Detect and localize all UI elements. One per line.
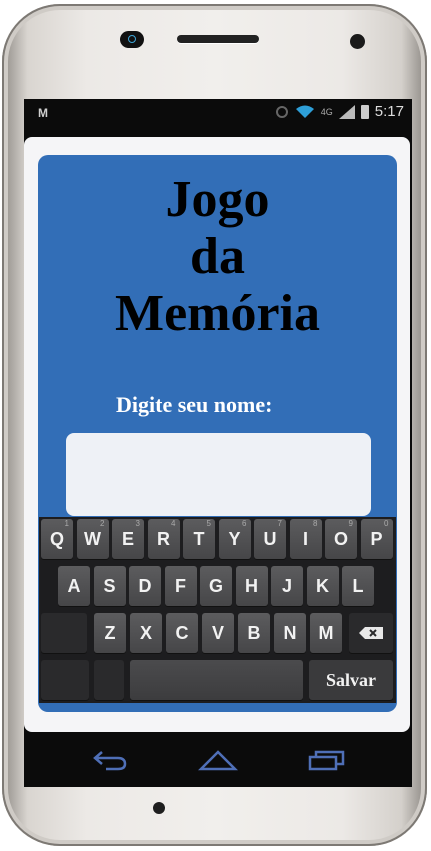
key-hint: 9 xyxy=(348,519,353,528)
home-icon[interactable] xyxy=(198,749,238,771)
memory-game-panel: Jogo da Memória Digite seu nome: 1Q2W3E4… xyxy=(38,155,397,712)
signal-icon xyxy=(338,104,355,119)
key-label: O xyxy=(333,528,348,549)
network-label: 4G xyxy=(320,106,333,117)
key-label: W xyxy=(84,528,101,549)
key-hint: 4 xyxy=(171,519,176,528)
key-hint: 2 xyxy=(100,519,105,528)
app-title: Jogo da Memória xyxy=(38,171,397,342)
settings-key[interactable] xyxy=(94,660,124,700)
carrier-logo: M xyxy=(38,106,48,120)
key-hint: 1 xyxy=(64,519,69,528)
key-hint: 6 xyxy=(242,519,247,528)
key-g[interactable]: G xyxy=(200,566,232,606)
front-camera-icon xyxy=(120,31,144,48)
space-key[interactable] xyxy=(130,660,303,700)
clock: 5:17 xyxy=(374,103,404,120)
navigation-bar xyxy=(24,735,412,787)
sensor-icon xyxy=(350,34,365,49)
key-label: T xyxy=(193,528,205,549)
key-label: Y xyxy=(228,528,241,549)
key-hint: 3 xyxy=(135,519,140,528)
soft-keyboard: 1Q2W3E4R5T6Y7U8I9O0P ASDFGHJKL ZXCVBNM S… xyxy=(39,517,396,703)
key-hint: 7 xyxy=(277,519,282,528)
key-label: I xyxy=(302,528,308,549)
name-prompt: Digite seu nome: xyxy=(116,392,273,417)
key-c[interactable]: C xyxy=(166,613,198,653)
key-label: E xyxy=(121,528,134,549)
backspace-key[interactable] xyxy=(349,613,393,653)
key-i[interactable]: 8I xyxy=(289,519,322,559)
key-l[interactable]: L xyxy=(342,566,374,606)
key-label: U xyxy=(263,528,277,549)
key-e[interactable]: 3E xyxy=(112,519,144,559)
title-line: da xyxy=(190,228,245,285)
key-k[interactable]: K xyxy=(306,566,339,606)
key-q[interactable]: 1Q xyxy=(41,519,73,559)
key-f[interactable]: F xyxy=(164,566,197,606)
shift-key[interactable] xyxy=(41,613,87,653)
key-m[interactable]: M xyxy=(310,613,342,653)
save-button[interactable]: Salvar xyxy=(309,660,393,700)
key-b[interactable]: B xyxy=(238,613,270,653)
key-hint: 0 xyxy=(384,519,389,528)
key-v[interactable]: V xyxy=(202,613,234,653)
device-screen: M 4G 5:17 Jogo da Memória Digite seu nom… xyxy=(24,99,412,787)
key-w[interactable]: 2W xyxy=(76,519,109,559)
key-u[interactable]: 7U xyxy=(254,519,286,559)
phone-frame: M 4G 5:17 Jogo da Memória Digite seu nom… xyxy=(2,4,427,846)
key-z[interactable]: Z xyxy=(94,613,126,653)
key-o[interactable]: 9O xyxy=(325,519,357,559)
key-s[interactable]: S xyxy=(93,566,126,606)
key-label: Q xyxy=(49,528,64,549)
recents-icon[interactable] xyxy=(308,749,346,771)
hardware-sensor-dot xyxy=(153,802,165,814)
key-n[interactable]: N xyxy=(274,613,306,653)
key-p[interactable]: 0P xyxy=(360,519,393,559)
back-icon[interactable] xyxy=(92,749,128,771)
key-r[interactable]: 4R xyxy=(147,519,180,559)
earpiece xyxy=(177,35,259,43)
name-input[interactable] xyxy=(66,433,371,516)
key-h[interactable]: H xyxy=(235,566,268,606)
key-x[interactable]: X xyxy=(130,613,162,653)
key-a[interactable]: A xyxy=(58,566,90,606)
battery-icon xyxy=(360,104,369,119)
title-line: Jogo xyxy=(165,171,270,228)
key-label: P xyxy=(370,528,383,549)
wifi-icon xyxy=(295,105,314,118)
dialog-card: Jogo da Memória Digite seu nome: 1Q2W3E4… xyxy=(24,137,410,732)
key-y[interactable]: 6Y xyxy=(218,519,251,559)
key-label: R xyxy=(157,528,170,549)
key-j[interactable]: J xyxy=(271,566,303,606)
title-line: Memória xyxy=(114,285,320,342)
key-d[interactable]: D xyxy=(129,566,161,606)
key-t[interactable]: 5T xyxy=(183,519,215,559)
key-hint: 8 xyxy=(313,519,318,528)
symbols-key[interactable] xyxy=(41,660,89,700)
key-hint: 5 xyxy=(206,519,211,528)
backspace-icon xyxy=(359,627,383,639)
sync-icon xyxy=(275,105,288,118)
status-bar: M 4G 5:17 xyxy=(24,99,412,127)
